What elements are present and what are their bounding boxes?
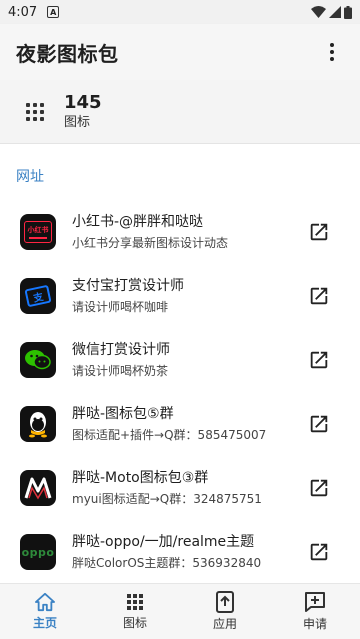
section-title: 网址 [16, 169, 44, 185]
wifi-icon [311, 6, 326, 18]
open-in-new-icon[interactable] [308, 285, 330, 307]
icon-count-card[interactable]: 145 图标 [0, 80, 360, 144]
link-title: 支付宝打赏设计师 [72, 278, 184, 294]
link-title: 微信打赏设计师 [72, 342, 170, 358]
open-in-new-icon[interactable] [308, 541, 330, 563]
list-item[interactable]: 支 支付宝打赏设计师 请设计师喝杯咖啡 [0, 264, 360, 328]
link-title: 胖哒-Moto图标包③群 [72, 470, 209, 486]
link-title: 胖哒-图标包⑤群 [72, 406, 174, 422]
link-subtitle: 请设计师喝杯咖啡 [72, 300, 169, 314]
nav-home[interactable]: 主页 [0, 584, 90, 639]
link-subtitle: 请设计师喝杯奶茶 [72, 364, 169, 378]
link-title: 胖哒-oppo/一加/realme主题 [72, 534, 255, 550]
oppo-badge-text: oppo [21, 545, 55, 559]
list-item[interactable]: 胖哒-图标包⑤群 图标适配+插件→Q群：585475007 [0, 392, 360, 456]
notification-icon: A [47, 6, 60, 18]
xiaohongshu-icon: 小红书 [20, 214, 56, 250]
open-in-new-icon[interactable] [308, 221, 330, 243]
more-options-icon[interactable] [320, 40, 344, 64]
nav-request-label: 申请 [302, 617, 327, 631]
moto-icon [20, 470, 56, 506]
nav-icons-label: 图标 [122, 616, 147, 630]
home-icon [35, 592, 55, 612]
status-time: 4:07 [8, 4, 38, 20]
icon-count-value: 145 [64, 91, 102, 113]
wechat-icon [20, 342, 56, 378]
qq-icon [20, 406, 56, 442]
grid-icon [26, 102, 44, 121]
open-in-new-icon[interactable] [308, 349, 330, 371]
app-upload-icon [216, 591, 234, 613]
oppo-icon: oppo [20, 534, 56, 570]
status-icons [311, 5, 352, 19]
bottom-nav: 主页 图标 应用 申请 [0, 583, 360, 639]
xhs-badge-text: 小红书 [27, 225, 49, 234]
app-title: 夜影图标包 [16, 41, 119, 66]
link-subtitle: 小红书分享最新图标设计动态 [72, 236, 229, 250]
status-bar: 4:07 A [0, 0, 360, 24]
list-item[interactable]: 胖哒-Moto图标包③群 myui图标适配→Q群：324875751 [0, 456, 360, 520]
app-bar: 夜影图标包 [0, 24, 360, 80]
alipay-badge-text: 支 [32, 291, 45, 305]
icon-count-label: 图标 [64, 114, 91, 130]
battery-icon [344, 5, 352, 19]
link-subtitle: 图标适配+插件→Q群：585475007 [72, 428, 267, 442]
list-item[interactable]: 微信打赏设计师 请设计师喝杯奶茶 [0, 328, 360, 392]
list-item[interactable]: oppo 胖哒-oppo/一加/realme主题 胖哒ColorOS主题群：53… [0, 520, 360, 584]
nav-apps-label: 应用 [212, 617, 237, 631]
open-in-new-icon[interactable] [308, 413, 330, 435]
link-list: 小红书 小红书-@胖胖和哒哒 小红书分享最新图标设计动态 支 支付宝打赏设计师 … [0, 200, 360, 584]
grid-icon [127, 594, 143, 610]
link-subtitle: 胖哒ColorOS主题群：536932840 [72, 556, 262, 570]
list-item[interactable]: 小红书 小红书-@胖胖和哒哒 小红书分享最新图标设计动态 [0, 200, 360, 264]
cell-signal-icon [329, 6, 341, 18]
link-title: 小红书-@胖胖和哒哒 [72, 214, 204, 230]
add-comment-icon [305, 592, 325, 612]
nav-icons[interactable]: 图标 [90, 584, 180, 639]
nav-apps[interactable]: 应用 [180, 584, 270, 639]
nav-home-label: 主页 [32, 616, 57, 630]
link-subtitle: myui图标适配→Q群：324875751 [72, 492, 262, 506]
open-in-new-icon[interactable] [308, 477, 330, 499]
alipay-icon: 支 [20, 278, 56, 314]
nav-request[interactable]: 申请 [270, 584, 360, 639]
